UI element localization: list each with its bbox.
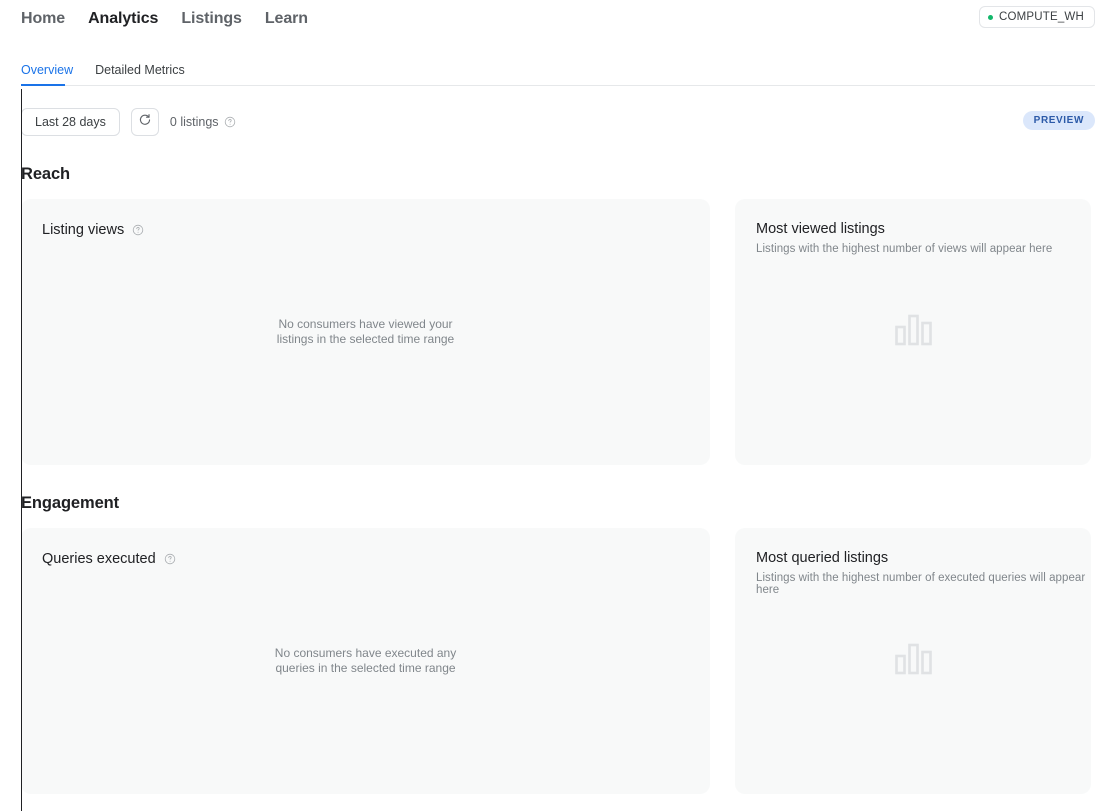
warehouse-selector[interactable]: COMPUTE_WH: [979, 6, 1095, 28]
queries-executed-title: Queries executed: [42, 551, 156, 567]
tab-list: Overview Detailed Metrics: [21, 56, 1095, 86]
queries-executed-card: Queries executed No consumers have execu…: [21, 528, 710, 794]
nav-link-learn[interactable]: Learn: [265, 10, 308, 28]
nav-link-analytics[interactable]: Analytics: [88, 10, 158, 28]
tab-divider: [21, 85, 1095, 86]
most-viewed-listings-subtitle: Listings with the highest number of view…: [756, 243, 1091, 255]
help-circle-icon[interactable]: [132, 224, 144, 236]
warehouse-label: COMPUTE_WH: [999, 11, 1084, 23]
listing-views-empty-line-2: listings in the selected time range: [45, 332, 686, 347]
status-dot-icon: [988, 15, 993, 20]
focus-caret: [21, 89, 22, 811]
queries-executed-empty-line-1: No consumers have executed any: [45, 646, 686, 661]
listing-views-empty-state: No consumers have viewed your listings i…: [21, 317, 710, 347]
most-viewed-listings-title: Most viewed listings: [756, 221, 1091, 237]
reach-card-row: Listing views No consumers have viewed y…: [0, 199, 1116, 465]
nav-link-home[interactable]: Home: [21, 10, 65, 28]
listing-views-card: Listing views No consumers have viewed y…: [21, 199, 710, 465]
most-queried-listings-card: Most queried listings Listings with the …: [735, 528, 1091, 794]
queries-executed-card-header: Queries executed: [21, 528, 710, 568]
most-viewed-listings-placeholder: [735, 313, 1091, 352]
tab-detailed-metrics[interactable]: Detailed Metrics: [95, 63, 185, 86]
bar-chart-icon: [894, 642, 932, 681]
queries-executed-empty-state: No consumers have executed any queries i…: [21, 646, 710, 676]
most-viewed-listings-header: Most viewed listings Listings with the h…: [735, 199, 1091, 255]
most-queried-listings-title: Most queried listings: [756, 550, 1091, 566]
listing-count-label: 0 listings: [170, 115, 219, 129]
queries-executed-empty-line-2: queries in the selected time range: [45, 661, 686, 676]
most-viewed-listings-card: Most viewed listings Listings with the h…: [735, 199, 1091, 465]
most-queried-listings-placeholder: [735, 642, 1091, 681]
preview-badge: PREVIEW: [1023, 111, 1095, 130]
listing-views-title-group: Listing views: [42, 222, 144, 238]
help-circle-icon[interactable]: [224, 116, 236, 128]
most-queried-listings-header: Most queried listings Listings with the …: [735, 528, 1091, 596]
nav-link-listings[interactable]: Listings: [181, 10, 242, 28]
listing-count: 0 listings: [170, 115, 236, 129]
queries-executed-title-group: Queries executed: [42, 551, 176, 567]
active-tab-indicator: [21, 84, 65, 86]
most-queried-listings-subtitle: Listings with the highest number of exec…: [756, 572, 1091, 596]
refresh-button[interactable]: [131, 108, 159, 136]
section-title-reach: Reach: [0, 165, 1116, 184]
listing-views-title: Listing views: [42, 222, 124, 238]
listing-views-empty-line-1: No consumers have viewed your: [45, 317, 686, 332]
tab-overview[interactable]: Overview: [21, 63, 73, 86]
top-navigation-bar: Home Analytics Listings Learn COMPUTE_WH: [0, 0, 1116, 38]
section-title-engagement: Engagement: [0, 494, 1116, 513]
filter-bar: Last 28 days 0 listings PREVIEW: [0, 108, 1116, 136]
listing-views-card-header: Listing views: [21, 199, 710, 239]
date-range-selector[interactable]: Last 28 days: [21, 108, 120, 136]
engagement-card-row: Queries executed No consumers have execu…: [0, 528, 1116, 794]
help-circle-icon[interactable]: [164, 553, 176, 565]
bar-chart-icon: [894, 313, 932, 352]
refresh-icon: [138, 113, 152, 132]
nav-links: Home Analytics Listings Learn: [21, 10, 308, 28]
tab-strip: Overview Detailed Metrics: [0, 56, 1116, 86]
